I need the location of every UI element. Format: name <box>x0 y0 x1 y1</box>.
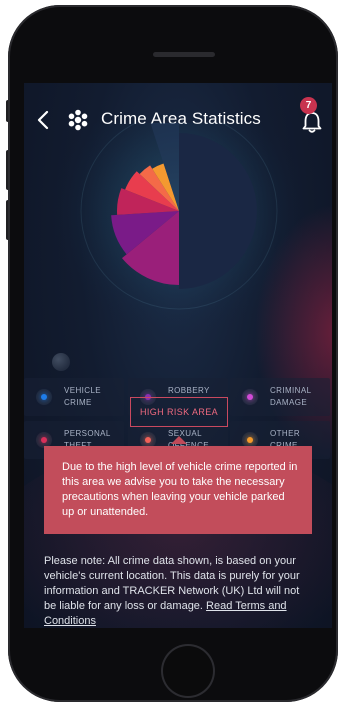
legend-item[interactable]: VEHICLE CRIME <box>24 378 124 416</box>
legend-label: ROBBERY <box>168 386 210 395</box>
risk-alert-box: Due to the high level of vehicle crime r… <box>44 446 312 534</box>
app-screen: Crime Area Statistics 7 VEHICLE CRIME ROB… <box>24 83 332 628</box>
alert-pointer <box>171 436 187 444</box>
legend-label: VEHICLE CRIME <box>64 386 102 407</box>
disclaimer-note: Please note: All crime data shown, is ba… <box>44 554 310 629</box>
planet-decoration <box>52 353 70 371</box>
home-button[interactable] <box>163 646 213 696</box>
legend-label: CRIMINAL DAMAGE <box>270 386 312 407</box>
earpiece-speaker <box>153 52 215 57</box>
legend-dot-icon <box>36 389 52 405</box>
high-risk-area-button[interactable]: HIGH RISK AREA <box>130 397 228 427</box>
legend-dot-icon <box>242 389 258 405</box>
crime-pie-chart <box>51 123 307 339</box>
notification-count-badge: 7 <box>300 97 317 114</box>
legend-item[interactable]: CRIMINAL DAMAGE <box>230 378 330 416</box>
